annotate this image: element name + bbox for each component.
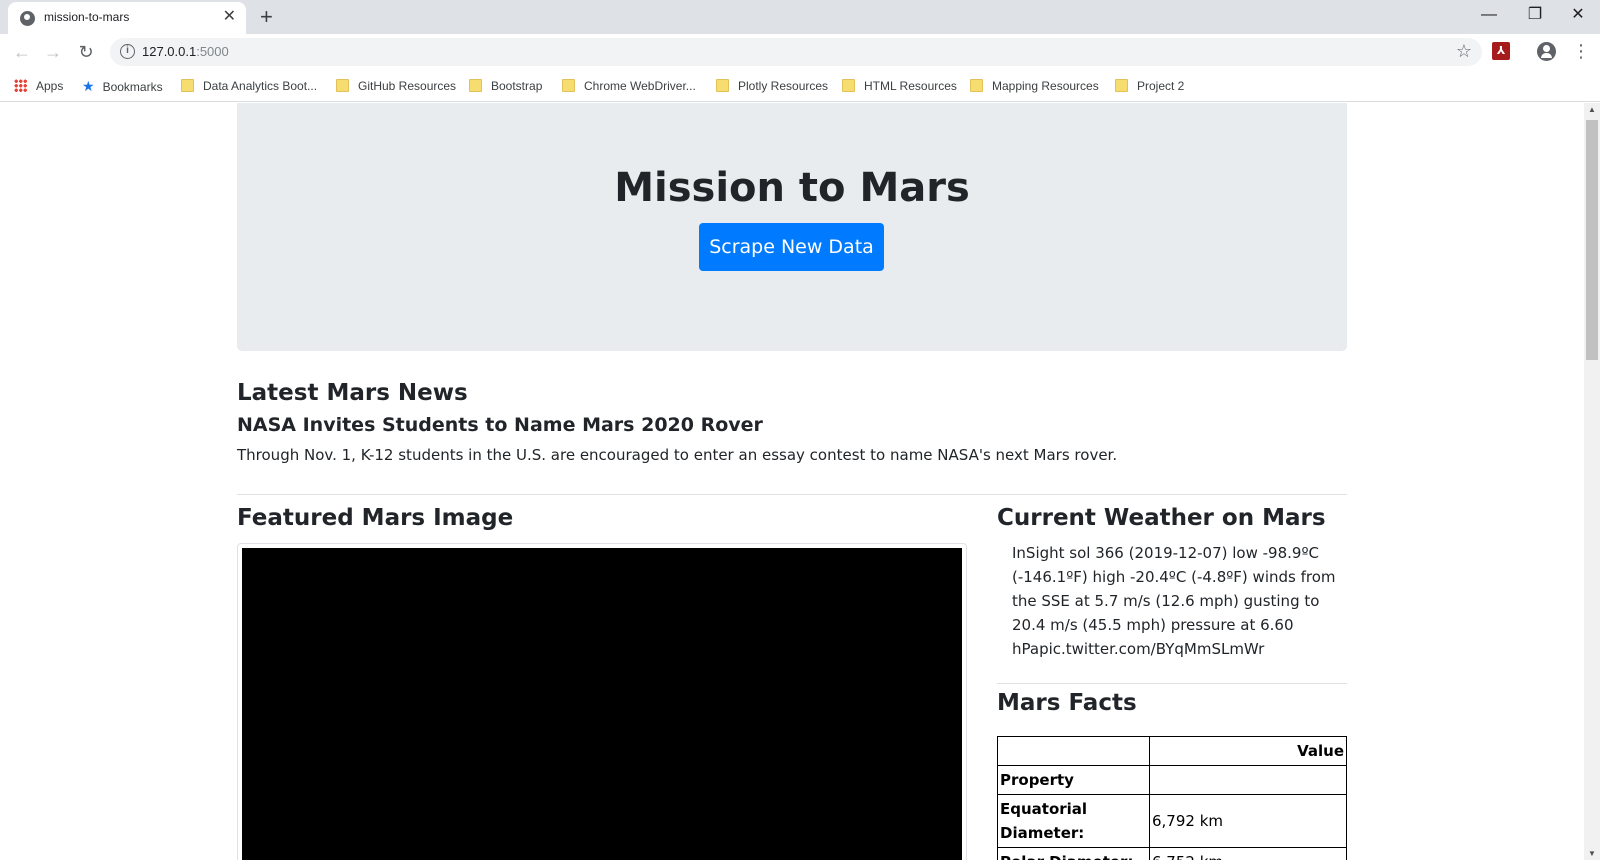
mars-facts-heading: Mars Facts [997, 690, 1137, 716]
scrape-new-data-button[interactable]: Scrape New Data [699, 223, 884, 271]
apps-grid-icon [14, 79, 27, 92]
fact-property: Polar Diameter: [997, 847, 1150, 860]
folder-icon [562, 79, 575, 92]
bookmark-bookmarks[interactable]: ★ Bookmarks [82, 77, 163, 96]
folder-icon [970, 79, 983, 92]
bookmark-label: Bootstrap [491, 79, 543, 93]
browser-menu-icon[interactable]: ⋮ [1572, 40, 1590, 62]
bookmark-label: Plotly Resources [738, 79, 829, 93]
folder-icon [469, 79, 482, 92]
url-port: :5000 [196, 44, 229, 59]
browser-toolbar: ← → ↻ i 127.0.0.1:5000 ☆ ⅄ ⋮ [0, 34, 1600, 70]
star-icon: ★ [82, 78, 95, 94]
bookmark-bootstrap[interactable]: Bootstrap [469, 77, 542, 95]
page-viewport: Mission to Mars Scrape New Data Latest M… [0, 103, 1584, 860]
tab-title: mission-to-mars [44, 10, 130, 24]
bookmark-star-icon[interactable]: ☆ [1456, 41, 1472, 61]
weather-heading: Current Weather on Mars [997, 505, 1326, 531]
folder-icon [842, 79, 855, 92]
table-header-property: Property [997, 765, 1150, 795]
section-divider [997, 683, 1347, 684]
bookmark-data-analytics[interactable]: Data Analytics Boot... [181, 77, 317, 95]
bookmark-chrome-webdriver[interactable]: Chrome WebDriver... [562, 77, 696, 95]
globe-icon [20, 11, 35, 26]
latest-news-heading: Latest Mars News [237, 380, 468, 406]
bookmark-label: Project 2 [1137, 79, 1185, 93]
bookmark-label: Bookmarks [102, 80, 163, 94]
table-header-row: Property [997, 765, 1347, 795]
scroll-down-arrow-icon[interactable]: ▼ [1588, 849, 1596, 858]
bookmark-plotly-resources[interactable]: Plotly Resources [716, 77, 828, 95]
fact-property: Equatorial Diameter: [997, 794, 1150, 848]
folder-icon [1115, 79, 1128, 92]
bookmark-label: Apps [36, 79, 64, 93]
bookmark-label: GitHub Resources [358, 79, 457, 93]
folder-icon [181, 79, 194, 92]
table-cell-empty [1149, 765, 1347, 795]
scroll-up-arrow-icon[interactable]: ▲ [1588, 105, 1596, 114]
folder-icon [336, 79, 349, 92]
news-paragraph: Through Nov. 1, K-12 students in the U.S… [237, 446, 1118, 464]
bookmark-apps[interactable]: Apps [14, 77, 63, 95]
tab-strip: mission-to-mars ✕ + — ❐ ✕ [0, 0, 1600, 34]
page-title: Mission to Mars [614, 165, 970, 211]
pdf-extension-icon[interactable]: ⅄ [1492, 42, 1510, 60]
bookmark-project-2[interactable]: Project 2 [1115, 77, 1184, 95]
bookmark-mapping-resources[interactable]: Mapping Resources [970, 77, 1099, 95]
fact-value: 6,752 km [1149, 847, 1347, 860]
browser-tab[interactable]: mission-to-mars ✕ [8, 2, 246, 34]
weather-text: InSight sol 366 (2019-12-07) low -98.9ºC… [1012, 544, 1336, 658]
featured-image-heading: Featured Mars Image [237, 505, 514, 531]
page-scrollbar[interactable]: ▲ ▼ [1584, 103, 1600, 860]
close-tab-icon[interactable]: ✕ [223, 8, 236, 26]
table-header-empty [997, 736, 1150, 766]
bookmark-github-resources[interactable]: GitHub Resources [336, 77, 456, 95]
url-text: 127.0.0.1:5000 [142, 44, 229, 59]
table-header-row: Value [997, 736, 1347, 766]
new-tab-button[interactable]: + [260, 3, 273, 31]
featured-image-thumbnail[interactable] [237, 543, 967, 860]
url-host: 127.0.0.1 [142, 44, 197, 59]
scrollbar-thumb[interactable] [1586, 120, 1598, 360]
close-window-button[interactable]: ✕ [1558, 2, 1598, 28]
bookmarks-bar: Apps ★ Bookmarks Data Analytics Boot... G… [0, 70, 1600, 102]
folder-icon [716, 79, 729, 92]
profile-avatar-icon[interactable] [1537, 42, 1556, 61]
info-icon[interactable]: i [120, 44, 135, 59]
table-row: Polar Diameter: 6,752 km [997, 847, 1347, 860]
bookmark-label: Mapping Resources [992, 79, 1099, 93]
featured-mars-image [242, 548, 962, 860]
bookmark-label: Chrome WebDriver... [584, 79, 696, 93]
address-bar[interactable]: i 127.0.0.1:5000 ☆ [110, 38, 1482, 66]
minimize-button[interactable]: — [1466, 2, 1512, 28]
restore-button[interactable]: ❐ [1512, 2, 1558, 28]
reload-button[interactable]: ↻ [73, 40, 99, 64]
table-row: Equatorial Diameter: 6,792 km [997, 794, 1347, 848]
section-divider [237, 494, 1347, 495]
jumbotron: Mission to Mars Scrape New Data [237, 103, 1347, 351]
table-header-value: Value [1149, 736, 1347, 766]
fact-value: 6,792 km [1149, 794, 1347, 848]
bookmark-label: HTML Resources [864, 79, 957, 93]
back-button[interactable]: ← [9, 40, 35, 64]
news-title: NASA Invites Students to Name Mars 2020 … [237, 414, 763, 436]
forward-button[interactable]: → [40, 40, 66, 64]
bookmark-html-resources[interactable]: HTML Resources [842, 77, 957, 95]
mars-facts-table: Value Property Equatorial Diameter: 6,79… [997, 736, 1347, 860]
bookmark-label: Data Analytics Boot... [203, 79, 318, 93]
